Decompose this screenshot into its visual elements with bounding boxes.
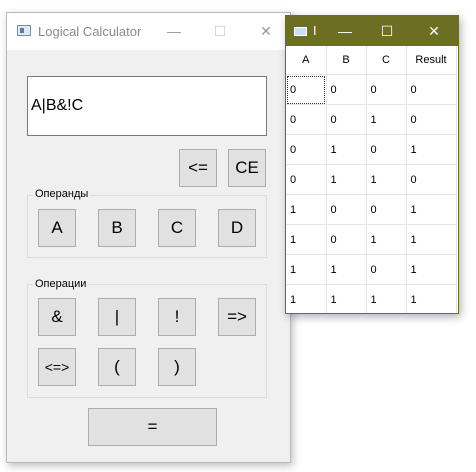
table-cell[interactable]: 0 (326, 194, 367, 225)
table-cell[interactable]: 0 (406, 164, 457, 195)
calculator-window: Logical Calculator — ☐ ✕ A|B&!C <= CE Оп… (6, 12, 291, 463)
table-row: 1 1 1 1 (286, 284, 457, 313)
table-cell[interactable]: 0 (286, 164, 327, 195)
table-cell[interactable]: 1 (286, 284, 327, 313)
close-paren-button[interactable]: ) (158, 348, 196, 386)
app-icon (17, 25, 31, 36)
equals-button[interactable]: = (88, 408, 217, 446)
operand-c-button[interactable]: C (158, 209, 196, 247)
maximize-button[interactable]: ☐ (197, 13, 243, 50)
table-cell[interactable]: 1 (326, 134, 367, 165)
close-button[interactable]: ✕ (243, 13, 289, 50)
window-icon (294, 27, 307, 36)
table-cell[interactable]: 1 (406, 224, 457, 255)
table-cell[interactable]: 0 (366, 74, 407, 105)
truth-table-window: I — ☐ ✕ A B C Result 0 0 0 0 0 0 1 0 0 1… (285, 15, 459, 314)
column-header-c[interactable]: C (366, 46, 407, 75)
table-cell[interactable]: 1 (366, 224, 407, 255)
table-cell[interactable]: 1 (366, 104, 407, 135)
table-cell[interactable]: 1 (286, 224, 327, 255)
column-header-a[interactable]: A (286, 46, 327, 75)
operand-a-button[interactable]: A (38, 209, 76, 247)
equivalence-button[interactable]: <=> (38, 348, 76, 386)
window-title: Logical Calculator (38, 24, 142, 39)
table-cell[interactable]: 1 (366, 284, 407, 313)
table-row: 1 0 1 1 (286, 224, 457, 255)
table-cell[interactable]: 1 (406, 194, 457, 225)
expression-display[interactable]: A|B&!C (27, 76, 267, 136)
truth-table-title: I (313, 23, 317, 38)
calculator-titlebar[interactable]: Logical Calculator — ☐ ✕ (7, 13, 290, 50)
and-button[interactable]: & (38, 298, 76, 336)
operands-label: Операнды (33, 188, 91, 200)
table-cell[interactable]: 1 (326, 284, 367, 313)
not-button[interactable]: ! (158, 298, 196, 336)
table-cell[interactable]: 1 (406, 284, 457, 313)
operand-b-button[interactable]: B (98, 209, 136, 247)
or-button[interactable]: | (98, 298, 136, 336)
table-cell[interactable]: 1 (406, 254, 457, 285)
table-row: 1 0 0 1 (286, 194, 457, 225)
truth-table-titlebar[interactable]: I — ☐ ✕ (286, 16, 458, 46)
column-header-result[interactable]: Result (406, 46, 457, 75)
table-cell[interactable]: 0 (366, 254, 407, 285)
table-cell[interactable]: 1 (366, 164, 407, 195)
table-cell[interactable]: 0 (286, 74, 327, 105)
table-row: 0 1 1 0 (286, 164, 457, 195)
table-row: 0 1 0 1 (286, 134, 457, 165)
column-header-b[interactable]: B (326, 46, 367, 75)
maximize-button[interactable]: ☐ (369, 16, 405, 46)
table-cell[interactable]: 1 (326, 164, 367, 195)
table-cell[interactable]: 1 (286, 254, 327, 285)
table-cell[interactable]: 1 (286, 194, 327, 225)
table-cell[interactable]: 0 (406, 74, 457, 105)
table-cell[interactable]: 0 (326, 104, 367, 135)
table-row: 0 0 1 0 (286, 104, 457, 135)
table-cell[interactable]: 0 (286, 134, 327, 165)
truth-table: A B C Result 0 0 0 0 0 0 1 0 0 1 0 1 0 1… (286, 46, 457, 313)
table-cell[interactable]: 1 (406, 134, 457, 165)
table-cell[interactable]: 0 (366, 194, 407, 225)
table-cell[interactable]: 0 (286, 104, 327, 135)
minimize-button[interactable]: — (151, 13, 197, 50)
operations-label: Операции (33, 278, 89, 290)
clear-entry-button[interactable]: CE (228, 149, 266, 187)
operand-d-button[interactable]: D (218, 209, 256, 247)
table-cell[interactable]: 1 (326, 254, 367, 285)
table-cell[interactable]: 0 (406, 104, 457, 135)
close-button[interactable]: ✕ (416, 16, 452, 46)
table-cell[interactable]: 0 (326, 224, 367, 255)
implication-button[interactable]: => (218, 298, 256, 336)
table-row: 0 0 0 0 (286, 74, 457, 105)
open-paren-button[interactable]: ( (98, 348, 136, 386)
table-cell[interactable]: 0 (366, 134, 407, 165)
minimize-button[interactable]: — (327, 16, 363, 46)
table-row: 1 1 0 1 (286, 254, 457, 285)
backspace-button[interactable]: <= (179, 149, 217, 187)
table-cell[interactable]: 0 (326, 74, 367, 105)
